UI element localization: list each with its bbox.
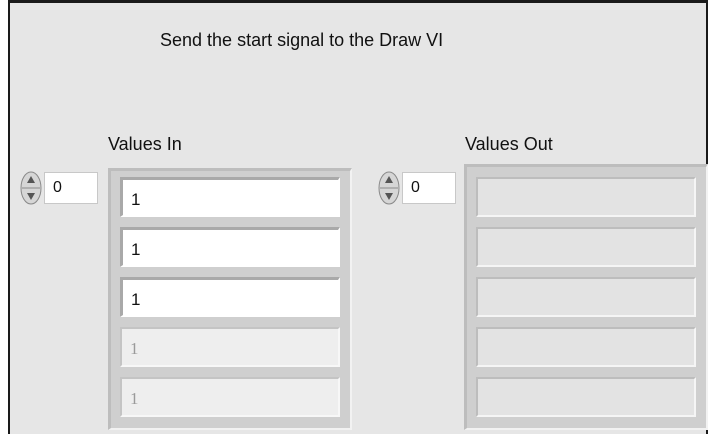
values-out-element-0 — [476, 177, 696, 217]
values-out-label: Values Out — [465, 134, 553, 154]
values-in-index-control: 0 — [20, 170, 100, 206]
increment-decrement-arrows-icon[interactable] — [378, 170, 400, 206]
values-out-array — [464, 164, 708, 430]
values-in-index-input[interactable]: 0 — [44, 172, 98, 204]
values-in-element-3[interactable]: 1 — [120, 327, 340, 367]
values-out-element-4 — [476, 377, 696, 417]
values-in-element-4[interactable]: 1 — [120, 377, 340, 417]
instruction-label: Send the start signal to the Draw VI — [160, 30, 444, 50]
values-in-element-0[interactable]: 1 — [120, 177, 340, 217]
values-out-element-2 — [476, 277, 696, 317]
increment-decrement-arrows-icon[interactable] — [20, 170, 42, 206]
values-out-element-3 — [476, 327, 696, 367]
values-in-element-2[interactable]: 1 — [120, 277, 340, 317]
panel-top-border — [10, 0, 706, 3]
values-out-index-control: 0 — [378, 170, 458, 206]
values-in-element-1[interactable]: 1 — [120, 227, 340, 267]
values-out-element-1 — [476, 227, 696, 267]
values-in-array: 1 1 1 1 1 — [108, 168, 352, 430]
front-panel: Send the start signal to the Draw VI Val… — [8, 0, 708, 434]
values-out-index-input[interactable]: 0 — [402, 172, 456, 204]
values-in-label: Values In — [108, 134, 182, 154]
